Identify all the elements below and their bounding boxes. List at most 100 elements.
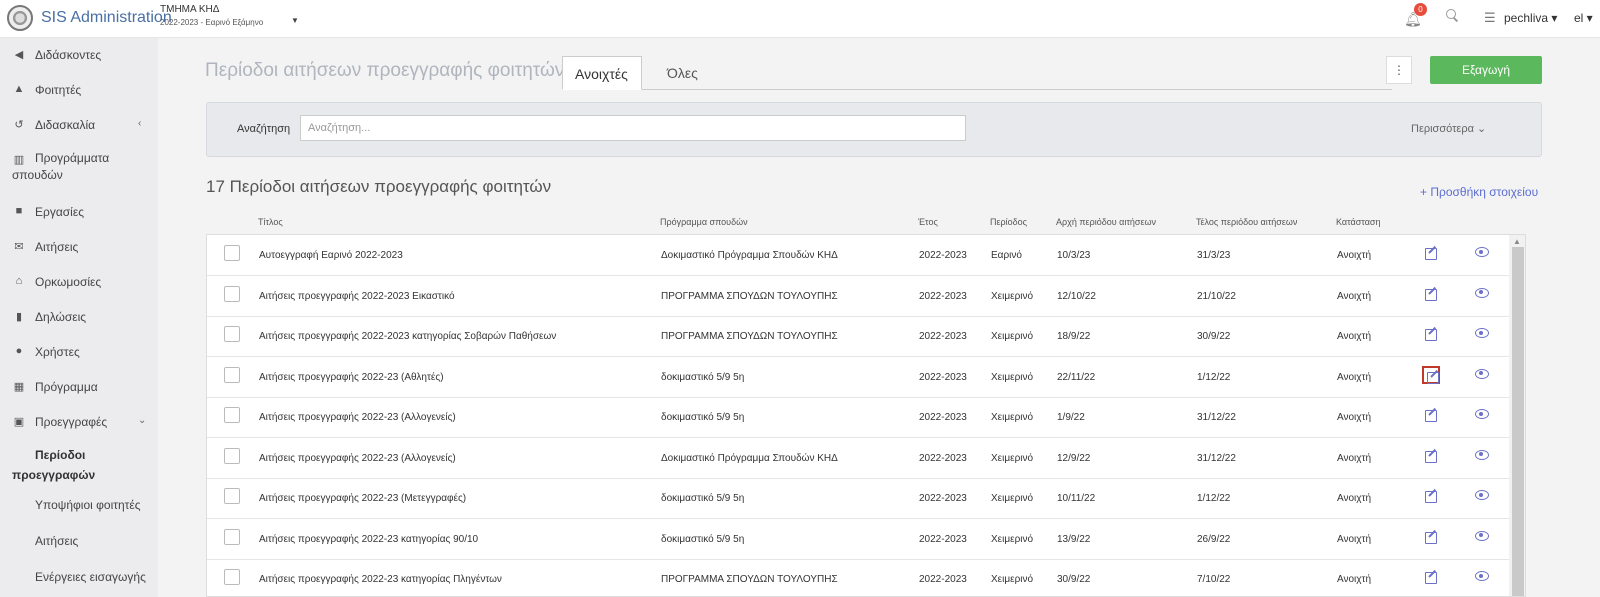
column-header-title[interactable]: Τίτλος xyxy=(258,217,283,227)
table-row[interactable]: Αιτήσεις προεγγραφής 2022-23 (Αλλογενείς… xyxy=(207,438,1525,479)
row-checkbox[interactable] xyxy=(224,326,240,342)
cell-title: Αιτήσεις προεγγραφής 2022-23 κατηγορίας … xyxy=(259,533,479,545)
cell-period: Χειμερινό xyxy=(991,331,1034,342)
column-header-program[interactable]: Πρόγραμμα σπουδών xyxy=(660,217,748,227)
search-panel: Αναζήτηση Περισσότερα ⌄ xyxy=(206,102,1542,157)
caret-down-icon[interactable]: ▼ xyxy=(291,16,299,25)
eye-icon[interactable] xyxy=(1475,409,1489,419)
sidebar-subitem-0[interactable]: Περίοδοι προεγγραφών xyxy=(0,440,158,486)
column-header-end[interactable]: Τέλος περιόδου αιτήσεων xyxy=(1196,217,1297,227)
table-row[interactable]: Αιτήσεις προεγγραφής 2022-2023 Εικαστικό… xyxy=(207,276,1525,317)
scrollbar-thumb[interactable] xyxy=(1512,247,1524,596)
cell-start: 30/9/22 xyxy=(1057,574,1091,585)
sidebar-item-8[interactable]: ● Χρήστες xyxy=(0,335,158,370)
cell-end: 1/12/22 xyxy=(1197,493,1231,504)
department-name[interactable]: ΤΜΗΜΑ ΚΗΔ xyxy=(160,4,219,15)
row-checkbox[interactable] xyxy=(224,366,240,383)
table-row[interactable]: Αυτοεγγραφή Εαρινό 2022-2023 Δοκιμαστικό … xyxy=(207,235,1525,276)
cell-start: 10/11/22 xyxy=(1057,493,1096,504)
eye-icon[interactable] xyxy=(1475,449,1489,460)
edit-icon[interactable] xyxy=(1422,447,1440,465)
edit-icon[interactable] xyxy=(1422,406,1440,424)
row-checkbox[interactable] xyxy=(224,488,240,504)
column-header-year[interactable]: Έτος xyxy=(918,217,938,227)
cell-title: Αυτοεγγραφή Εαρινό 2022-2023 xyxy=(259,250,403,261)
edit-icon[interactable] xyxy=(1422,325,1440,343)
sidebar-item-9[interactable]: ▦ Πρόγραμμα xyxy=(0,370,158,405)
cell-year: 2022-2023 xyxy=(919,290,967,302)
export-button[interactable]: Εξαγωγή xyxy=(1430,56,1542,84)
edit-icon[interactable] xyxy=(1422,487,1440,505)
sidebar-subitem-label: Περίοδοι xyxy=(35,448,86,462)
table-row[interactable]: Αιτήσεις προεγγραφής 2022-23 (Αλλογενείς… xyxy=(207,397,1525,438)
eye-icon[interactable] xyxy=(1475,247,1489,257)
eye-icon[interactable] xyxy=(1475,571,1489,581)
cell-year: 2022-2023 xyxy=(919,250,967,261)
row-checkbox[interactable] xyxy=(224,407,240,423)
sidebar-item-7[interactable]: ▮ Δηλώσεις xyxy=(0,300,158,335)
edit-icon[interactable] xyxy=(1422,244,1440,262)
sidebar-subitem-3[interactable]: Ενέργειες εισαγωγής xyxy=(0,560,158,596)
scroll-up-icon[interactable]: ▲ xyxy=(1513,237,1521,246)
sidebar-item-label: Προεγγραφές xyxy=(35,415,108,429)
scrollbar[interactable]: ▲ xyxy=(1509,235,1525,596)
chevron-icon[interactable]: ⌄ xyxy=(138,415,146,426)
sidebar-item-0[interactable]: ◀ Διδάσκοντες xyxy=(0,38,158,73)
language-selector[interactable]: el ▾ xyxy=(1574,11,1593,25)
tab-all[interactable]: Όλες xyxy=(655,56,710,90)
sidebar-item-6[interactable]: ⌂ Ορκωμοσίες xyxy=(0,265,158,300)
more-actions-button[interactable]: ⋮ xyxy=(1386,56,1412,84)
table-row[interactable]: Αιτήσεις προεγγραφής 2022-2023 κατηγορία… xyxy=(207,316,1525,357)
sidebar-item-4[interactable]: ■ Εργασίες xyxy=(0,195,158,230)
sidebar-item-1[interactable]: ▲ Φοιτητές xyxy=(0,73,158,108)
list-icon[interactable]: ☰ xyxy=(1484,10,1496,26)
search-icon[interactable] xyxy=(1446,9,1458,21)
column-header-period[interactable]: Περίοδος xyxy=(990,217,1027,227)
edit-icon[interactable] xyxy=(1422,365,1440,384)
semester-selector[interactable]: 2022-2023 - Εαρινό Εξάμηνο xyxy=(160,18,263,27)
edit-icon[interactable] xyxy=(1422,528,1440,546)
sidebar-subitem-1[interactable]: Υποψήφιοι φοιτητές xyxy=(0,488,158,524)
cell-status: Ανοιχτή xyxy=(1337,371,1372,383)
column-header-start[interactable]: Αρχή περιόδου αιτήσεων xyxy=(1056,217,1156,227)
row-checkbox[interactable] xyxy=(224,447,240,464)
app-brand[interactable]: SIS Administration xyxy=(41,9,172,27)
eye-icon[interactable] xyxy=(1475,490,1489,500)
eye-icon[interactable] xyxy=(1475,287,1489,298)
search-input[interactable] xyxy=(300,115,966,141)
row-checkbox[interactable] xyxy=(224,569,240,585)
eye-icon[interactable] xyxy=(1475,368,1489,379)
sidebar-item-label: Δηλώσεις xyxy=(35,310,87,324)
sidebar-item-3[interactable]: ▥ Προγράμματα σπουδών xyxy=(0,143,158,193)
table-row[interactable]: Αιτήσεις προεγγραφής 2022-23 (Μετεγγραφέ… xyxy=(207,478,1525,519)
cell-status: Ανοιχτή xyxy=(1337,290,1372,302)
sidebar-item-10[interactable]: ▣ Προεγγραφές ⌄ xyxy=(0,405,158,440)
cell-program: δοκιμαστικό 5/9 5η xyxy=(661,412,745,423)
cell-end: 1/12/22 xyxy=(1197,371,1231,383)
cell-title: Αιτήσεις προεγγραφής 2022-2023 κατηγορία… xyxy=(259,331,557,342)
table-row[interactable]: Αιτήσεις προεγγραφής 2022-23 κατηγορίας … xyxy=(207,559,1525,596)
table-row[interactable]: Αιτήσεις προεγγραφής 2022-23 (Αθλητές) δο… xyxy=(207,357,1525,398)
eye-icon[interactable] xyxy=(1475,530,1489,541)
sidebar-subitem-2[interactable]: Αιτήσεις xyxy=(0,524,158,560)
id-card-icon: ▣ xyxy=(13,416,25,428)
sidebar-item-5[interactable]: ✉ Αιτήσεις xyxy=(0,230,158,265)
user-menu[interactable]: pechliva ▾ xyxy=(1504,11,1557,25)
row-checkbox[interactable] xyxy=(224,528,240,545)
column-header-status[interactable]: Κατάσταση xyxy=(1336,217,1380,227)
add-item-link[interactable]: + Προσθήκη στοιχείου xyxy=(1420,185,1538,199)
cell-end: 31/3/23 xyxy=(1197,250,1231,261)
edit-icon[interactable] xyxy=(1422,568,1440,586)
university-logo[interactable] xyxy=(7,5,33,31)
sidebar-item-2[interactable]: ↺ Διδασκαλία ‹ xyxy=(0,108,158,143)
chevron-icon[interactable]: ‹ xyxy=(138,118,141,129)
cell-status: Ανοιχτή xyxy=(1337,331,1372,342)
more-filters-toggle[interactable]: Περισσότερα ⌄ xyxy=(1411,122,1486,135)
edit-icon[interactable] xyxy=(1422,285,1440,303)
tab-open[interactable]: Ανοιχτές xyxy=(562,56,642,90)
row-checkbox[interactable] xyxy=(224,285,240,302)
table-row[interactable]: Αιτήσεις προεγγραφής 2022-23 κατηγορίας … xyxy=(207,519,1525,560)
cell-year: 2022-2023 xyxy=(919,331,967,342)
eye-icon[interactable] xyxy=(1475,328,1489,338)
row-checkbox[interactable] xyxy=(224,245,240,261)
